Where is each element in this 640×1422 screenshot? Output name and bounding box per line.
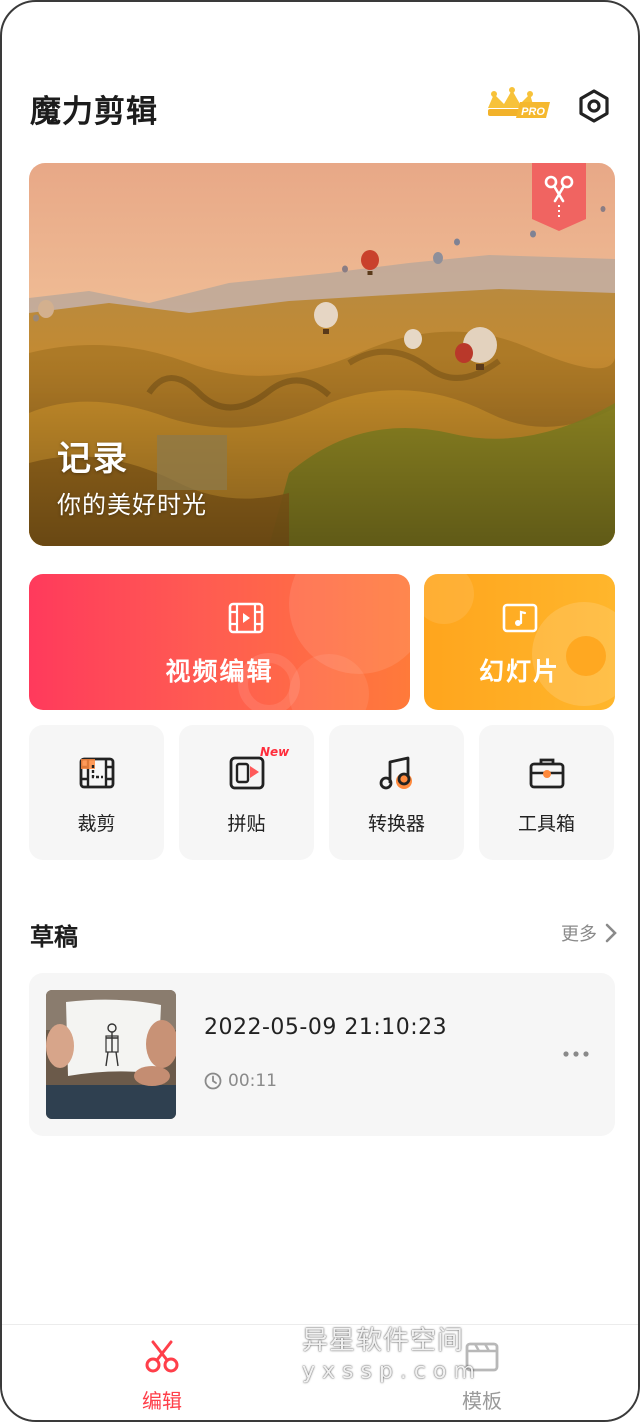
slideshow-button[interactable]: 幻灯片 (424, 574, 615, 710)
draft-thumbnail (46, 990, 176, 1119)
tool-crop-label: 裁剪 (77, 813, 116, 835)
more-label: 更多 (561, 924, 597, 945)
draft-duration-text: 00:11 (228, 1071, 277, 1091)
decorative-shapes (424, 574, 615, 706)
photo-music-icon (502, 603, 538, 633)
gear-icon (579, 89, 609, 123)
draft-date: 2022-05-09 21:10:23 (204, 1015, 448, 1040)
video-edit-button[interactable]: 视频编辑 (29, 574, 410, 710)
tool-converter[interactable]: 转换器 (329, 725, 464, 860)
pro-badge-button[interactable]: PRO (484, 86, 554, 126)
film-icon (228, 602, 264, 634)
watermark: 异星软件空间 yxssp.com (302, 1320, 482, 1384)
hero-banner[interactable]: 记录 你的美好时光 (29, 163, 615, 546)
tool-converter-label: 转换器 (367, 813, 425, 835)
settings-button[interactable] (576, 88, 612, 124)
tool-toolbox[interactable]: 工具箱 (479, 725, 614, 860)
music-note-icon (379, 756, 412, 790)
draft-duration: 00:11 (204, 1071, 277, 1091)
nav-tab-template-label: 模板 (462, 1389, 502, 1413)
draft-item[interactable]: 2022-05-09 21:10:23 00:11 (29, 973, 615, 1136)
video-edit-label: 视频编辑 (165, 657, 274, 686)
nav-tab-edit-label: 编辑 (142, 1389, 182, 1413)
new-badge: New (260, 745, 290, 759)
pro-badge-text: PRO (521, 106, 545, 118)
watermark-line2: yxssp.com (302, 1359, 482, 1384)
watermark-line1: 异星软件空间 (302, 1326, 465, 1356)
tool-crop[interactable]: 裁剪 (29, 725, 164, 860)
crown-icon: PRO (488, 87, 550, 118)
decorative-shapes (238, 574, 410, 710)
hero-subtitle: 你的美好时光 (57, 491, 207, 519)
drafts-more-link[interactable]: 更多 (561, 920, 617, 946)
drafts-section-title: 草稿 (30, 923, 78, 951)
scissors-icon (145, 1340, 179, 1373)
draft-more-options-button[interactable] (561, 1045, 593, 1063)
more-dots-icon (563, 1051, 589, 1057)
tool-collage[interactable]: New 拼贴 (179, 725, 314, 860)
scissors-icon (532, 163, 586, 231)
toolbox-icon (529, 758, 565, 789)
app-screen: 魔力剪辑 PRO 记录 你的美好时光 视频编辑 幻灯片 裁剪 New 拼贴 转换… (0, 0, 640, 1422)
hero-ribbon (532, 163, 586, 231)
collage-icon (229, 756, 265, 790)
hero-title: 记录 (57, 439, 129, 479)
nav-tab-edit[interactable]: 编辑 (102, 1339, 222, 1413)
tool-toolbox-label: 工具箱 (517, 813, 575, 835)
app-title: 魔力剪辑 (30, 94, 158, 130)
chevron-right-icon (605, 923, 617, 943)
slideshow-label: 幻灯片 (478, 657, 560, 686)
clock-icon (204, 1072, 222, 1090)
crop-film-icon (79, 757, 115, 789)
tool-collage-label: 拼贴 (227, 813, 266, 835)
